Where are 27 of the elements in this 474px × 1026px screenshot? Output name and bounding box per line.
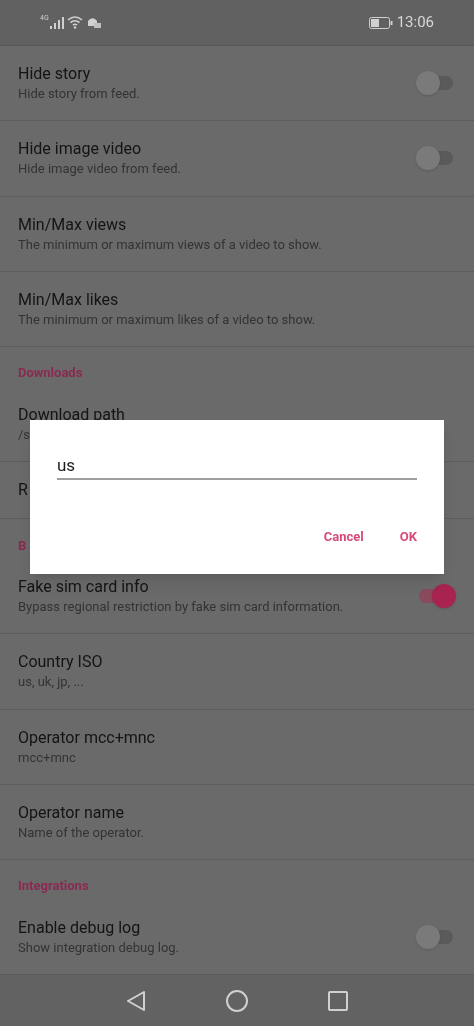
app-notification-icon — [86, 17, 101, 28]
dialog-button[interactable]: Cancel — [309, 518, 378, 554]
section-header: Integrations — [18, 877, 89, 896]
setting-title: Operator name — [18, 801, 125, 824]
settings-row[interactable]: Operator mcc+mnc mcc+mnc — [0, 709, 474, 785]
setting-title: Operator mcc+mnc — [18, 726, 156, 749]
setting-summary: mcc+mnc — [18, 748, 77, 767]
section-header: B — [18, 536, 27, 555]
dialog-button[interactable]: OK — [385, 518, 431, 554]
setting-title: Min/Max likes — [18, 288, 120, 311]
recents-icon[interactable] — [328, 990, 348, 1011]
setting-title: Hide story — [18, 63, 92, 86]
section-header: Downloads — [18, 364, 83, 383]
clock-time: 13:06 — [396, 12, 434, 34]
setting-title: Min/Max views — [18, 213, 128, 236]
setting-title: Enable debug log — [18, 916, 142, 939]
wifi-icon — [66, 16, 83, 29]
signal-icon — [49, 16, 64, 29]
setting-title: Hide image video — [18, 138, 143, 161]
home-icon[interactable] — [226, 989, 248, 1012]
battery-icon — [368, 16, 393, 29]
back-icon[interactable] — [126, 989, 146, 1012]
setting-title: R — [18, 479, 29, 502]
setting-title: Download path — [18, 403, 126, 426]
setting-title: Country ISO — [18, 651, 104, 674]
input-field[interactable]: us — [57, 452, 417, 480]
setting-title: Fake sim card info — [18, 576, 150, 599]
